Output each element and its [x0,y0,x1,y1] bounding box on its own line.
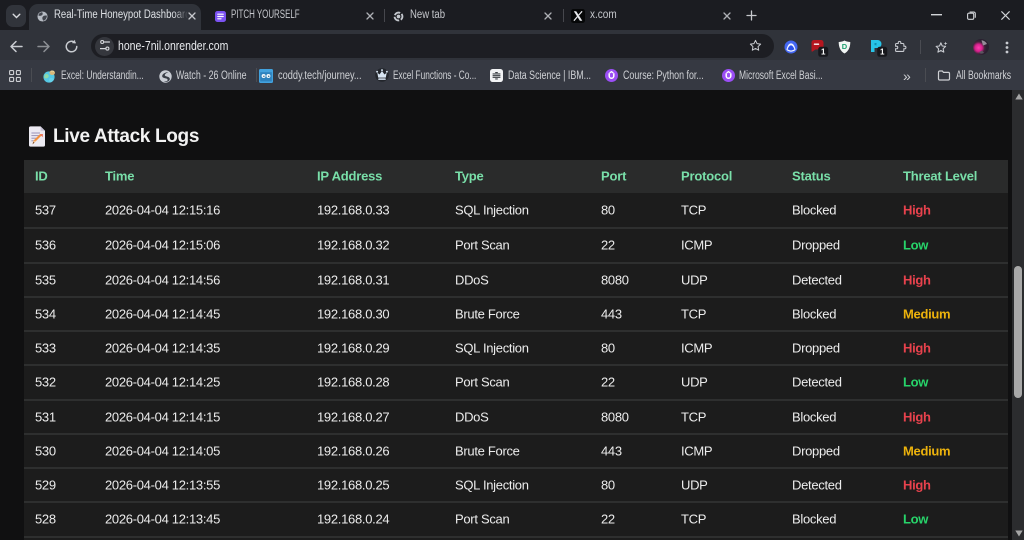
svg-text:1: 1 [821,48,826,57]
svg-text:D: D [842,42,848,51]
svg-text:1: 1 [880,48,885,57]
